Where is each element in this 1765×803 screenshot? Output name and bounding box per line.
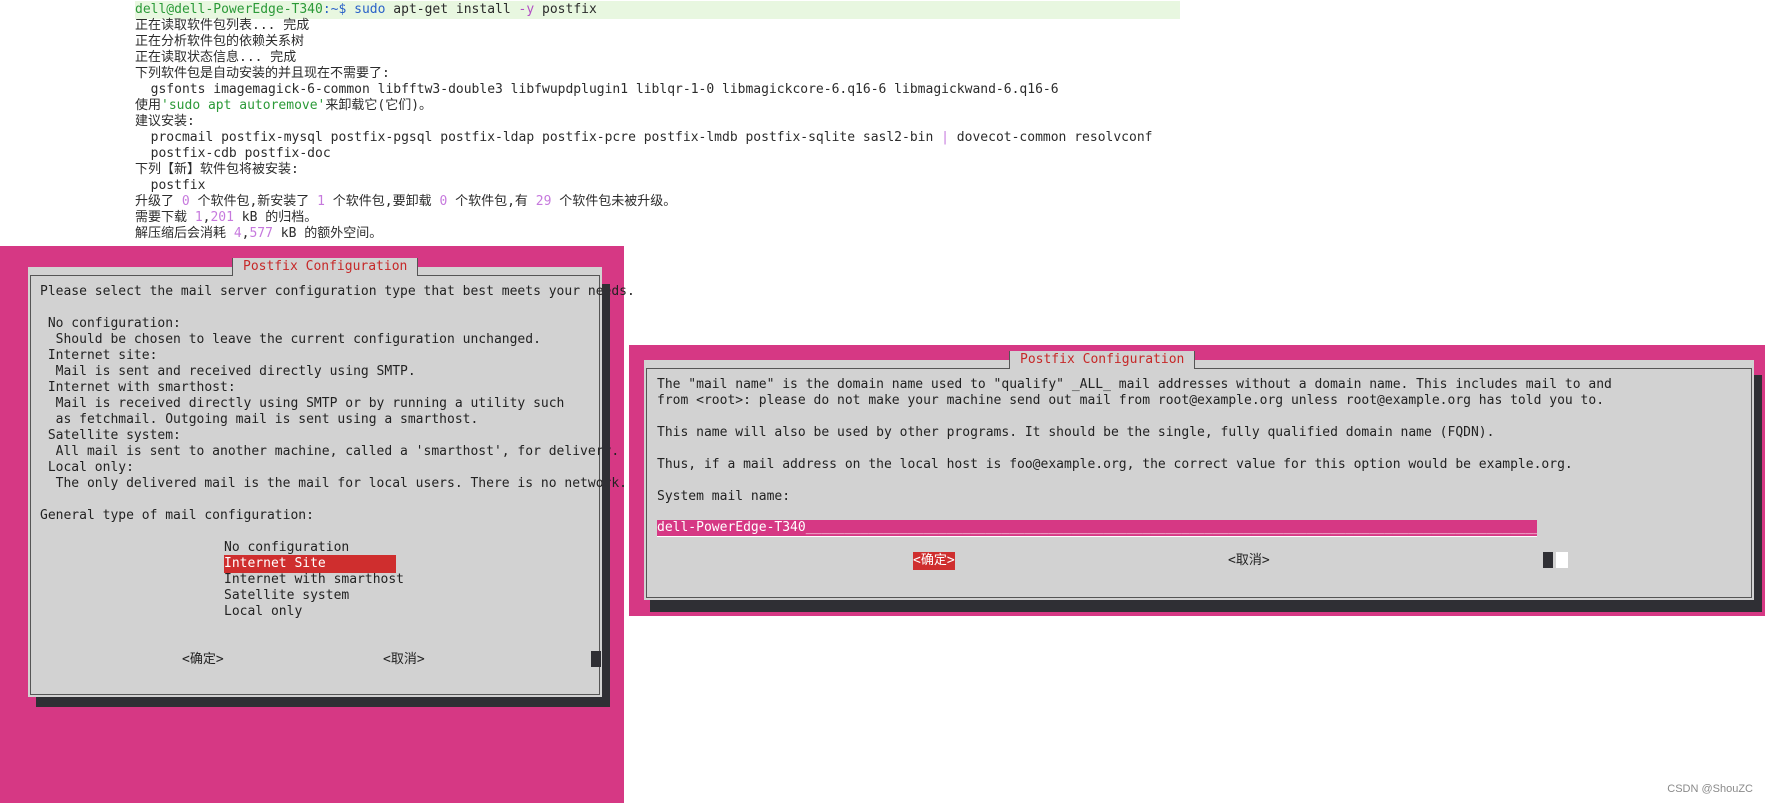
debconf-screen-mail-name: Postfix Configuration The "mail name" is… — [629, 345, 1765, 616]
installed-count: 1 — [317, 194, 325, 209]
dialog-shadow — [1754, 375, 1762, 600]
option-local-only[interactable]: Local only — [224, 603, 396, 621]
dialog-title: Postfix Configuration — [232, 258, 419, 276]
autoremove-prefix: 使用 — [135, 98, 162, 113]
config-type-dialog: Postfix Configuration Please select the … — [28, 258, 635, 697]
command-text: apt-get install — [385, 2, 519, 17]
dialog-text: Please select the mail server configurat… — [40, 284, 635, 299]
dialog-shadow — [602, 284, 610, 697]
system-mail-name-input[interactable]: dell-PowerEdge-T340_____________________… — [657, 520, 1537, 537]
summary-text: 个软件包,要卸载 — [324, 194, 440, 209]
download-size: 1 — [194, 210, 203, 225]
debconf-screen-config-type: Postfix Configuration Please select the … — [0, 246, 635, 803]
dialog-shadow — [36, 697, 610, 707]
suggest-packages-alt: dovecot-common resolvconf — [948, 130, 1153, 145]
command-flag: -y — [518, 2, 535, 17]
command-package: postfix — [534, 2, 597, 17]
input-label: System mail name: — [657, 489, 791, 504]
dialog-text: Thus, if a mail address on the local hos… — [657, 457, 1573, 472]
mail-name-dialog: Postfix Configuration The "mail name" is… — [644, 351, 1754, 600]
menu-prompt: General type of mail configuration: — [40, 508, 314, 523]
suggest-packages: procmail postfix-mysql postfix-pgsql pos… — [135, 130, 942, 145]
terminal-cursor — [1556, 552, 1568, 568]
download-text: 需要下载 — [135, 210, 195, 225]
ok-button[interactable]: <确定> — [913, 552, 955, 570]
scroll-thumb[interactable] — [1543, 552, 1553, 568]
dialog-text: This name will also be used by other pro… — [657, 425, 1495, 440]
download-size: 201 — [210, 210, 234, 225]
ok-button[interactable]: <确定> — [182, 651, 224, 669]
dialog-title: Postfix Configuration — [1009, 351, 1196, 369]
cancel-button[interactable]: <取消> — [1228, 552, 1270, 570]
disk-space-line: 解压缩后会消耗 4,577 kB 的额外空间。 — [135, 225, 382, 243]
cancel-button[interactable]: <取消> — [383, 651, 425, 669]
space-size: 4 — [233, 226, 242, 241]
upgraded-count: 0 — [181, 194, 190, 209]
summary-text: 升级了 — [135, 194, 182, 209]
command-sudo: sudo — [354, 2, 386, 17]
prompt-user: dell@dell-PowerEdge-T340 — [135, 2, 323, 17]
space-size: 577 — [249, 226, 273, 241]
download-text: kB 的归档。 — [233, 210, 318, 225]
dialog-text: The only delivered mail is the mail for … — [40, 476, 627, 491]
space-text: kB 的额外空间。 — [272, 226, 383, 241]
space-text: 解压缩后会消耗 — [135, 226, 234, 241]
autoremove-suffix: 来卸载它(它们)。 — [325, 98, 433, 113]
not-upgraded-count: 29 — [535, 194, 552, 209]
summary-text: 个软件包未被升级。 — [551, 194, 677, 209]
autoremove-command: 'sudo apt autoremove' — [161, 98, 326, 113]
scroll-thumb[interactable] — [591, 651, 601, 667]
suggest-separator: | — [941, 130, 949, 145]
summary-text: 个软件包,新安装了 — [189, 194, 318, 209]
summary-text: 个软件包,有 — [447, 194, 536, 209]
prompt-path: :~$ — [322, 2, 347, 17]
dialog-shadow — [650, 600, 1762, 612]
terminal-output: dell@dell-PowerEdge-T340:~$ sudo apt-get… — [0, 0, 1765, 276]
dialog-text: from <root>: please do not make your mac… — [657, 393, 1605, 408]
watermark: CSDN @ShouZC — [1667, 783, 1753, 795]
